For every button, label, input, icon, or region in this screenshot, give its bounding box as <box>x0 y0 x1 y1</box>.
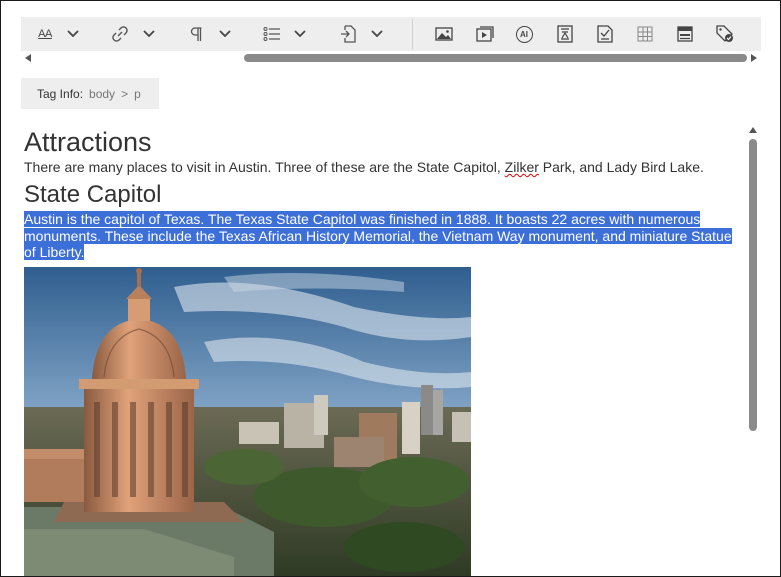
heading-state-capitol[interactable]: State Capitol <box>24 181 161 209</box>
special-character-button[interactable] <box>554 17 576 51</box>
insert-file-icon <box>341 25 356 43</box>
ai-icon: AI <box>515 25 533 43</box>
heading-attractions[interactable]: Attractions <box>24 127 152 158</box>
template-button[interactable] <box>674 17 696 51</box>
list-button[interactable] <box>261 17 283 51</box>
capitol-photo-illustration <box>24 267 471 576</box>
vertical-scrollbar-thumb[interactable] <box>749 139 757 431</box>
list-icon <box>263 27 280 41</box>
chevron-down-icon <box>143 30 155 38</box>
special-character-icon <box>557 25 573 43</box>
image-icon <box>435 27 453 41</box>
tag-info-crumb-p[interactable]: p <box>134 87 141 101</box>
template-icon <box>677 26 693 42</box>
intro-paragraph[interactable]: There are many places to visit in Austin… <box>24 159 704 175</box>
scroll-up-icon[interactable] <box>749 127 757 133</box>
insert-table-button[interactable] <box>634 17 656 51</box>
paragraph-icon <box>190 27 202 41</box>
insert-image-button[interactable] <box>433 17 455 51</box>
intro-text-end: Park, and Lady Bird Lake. <box>538 159 704 175</box>
scroll-left-icon[interactable] <box>25 54 31 62</box>
chevron-down-icon <box>294 30 306 38</box>
selected-paragraph[interactable]: Austin is the capitol of Texas. The Texa… <box>24 211 742 261</box>
link-icon <box>112 26 128 42</box>
spell-check-icon <box>597 25 613 43</box>
link-button[interactable] <box>109 17 131 51</box>
tag-info-separator: > <box>121 86 129 101</box>
scrollbar-thumb[interactable] <box>244 54 747 62</box>
video-icon <box>476 26 494 42</box>
tag-button[interactable] <box>714 17 736 51</box>
insert-file-button[interactable] <box>337 17 359 51</box>
tag-info-bar: Tag Info: body > p <box>21 78 159 109</box>
paragraph-dropdown[interactable] <box>217 17 233 51</box>
table-icon <box>637 26 653 42</box>
tag-info-crumb-body[interactable]: body <box>89 87 115 101</box>
list-dropdown[interactable] <box>292 17 308 51</box>
capitol-photo[interactable] <box>24 267 471 576</box>
intro-text: There are many places to visit in Austin… <box>24 159 505 175</box>
selected-text-line-2: monuments. These include the Texas Afric… <box>24 227 732 244</box>
toolbar-separator <box>412 19 413 49</box>
insert-video-button[interactable] <box>474 17 496 51</box>
insert-file-dropdown[interactable] <box>369 17 385 51</box>
chevron-down-icon <box>371 30 383 38</box>
toolbar-horizontal-scrollbar[interactable] <box>21 51 761 65</box>
scroll-right-icon[interactable] <box>751 54 757 62</box>
selected-text-line-1: Austin is the capitol of Texas. The Texa… <box>24 211 701 227</box>
tag-info-label: Tag Info: <box>37 86 84 101</box>
content-vertical-scrollbar[interactable] <box>745 123 761 576</box>
ai-assistant-button[interactable]: AI <box>513 17 535 51</box>
editor-toolbar: AA AI <box>21 17 761 51</box>
chevron-down-icon <box>67 30 79 38</box>
editor-content[interactable]: Attractions There are many places to vis… <box>23 123 745 576</box>
chevron-down-icon <box>219 30 231 38</box>
tag-icon <box>716 25 733 42</box>
selected-text-line-3: of Liberty. <box>24 244 85 261</box>
font-size-icon: AA <box>38 28 52 40</box>
spell-check-button[interactable] <box>594 17 616 51</box>
font-size-button[interactable]: AA <box>33 17 57 51</box>
paragraph-button[interactable] <box>185 17 207 51</box>
misspelled-word[interactable]: Zilker <box>505 159 539 175</box>
font-size-dropdown[interactable] <box>65 17 81 51</box>
editor-frame: AA AI Tag Info: body > p Attractions The… <box>0 0 781 577</box>
link-dropdown[interactable] <box>141 17 157 51</box>
